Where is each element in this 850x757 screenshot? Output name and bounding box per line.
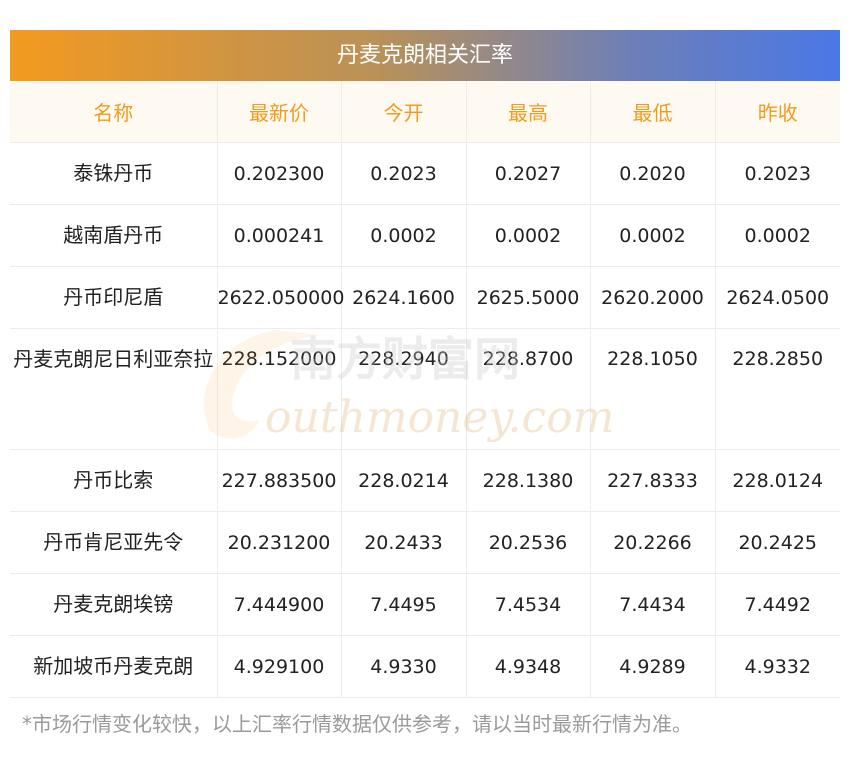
currency-pair-name: 越南盾丹币: [10, 204, 218, 267]
prev-close-price: 0.2023: [715, 142, 840, 205]
table-row: 丹麦克朗埃镑 7.444900 7.4495 7.4534 7.4434 7.4…: [10, 573, 840, 636]
latest-price: 228.152000: [217, 328, 342, 450]
column-header-open: 今开: [341, 81, 467, 143]
prev-close-price: 0.0002: [715, 204, 840, 267]
high-price: 0.0002: [466, 204, 591, 267]
column-header-name: 名称: [10, 81, 218, 143]
open-price: 228.2940: [341, 328, 467, 450]
high-price: 4.9348: [466, 635, 591, 698]
open-price: 20.2433: [341, 511, 467, 574]
currency-pair-name: 丹币肯尼亚先令: [10, 511, 218, 574]
page-title: 丹麦克朗相关汇率: [10, 30, 840, 81]
low-price: 20.2266: [590, 511, 716, 574]
currency-pair-name: 丹麦克朗尼日利亚奈拉: [10, 328, 218, 450]
latest-price: 227.883500: [217, 449, 342, 512]
prev-close-price: 20.2425: [715, 511, 840, 574]
disclaimer-note: *市场行情变化较快，以上汇率行情数据仅供参考，请以当时最新行情为准。: [22, 712, 692, 736]
column-header-prev-close: 昨收: [715, 81, 840, 143]
high-price: 228.1380: [466, 449, 591, 512]
open-price: 7.4495: [341, 573, 467, 636]
table-row: 丹币比索 227.883500 228.0214 228.1380 227.83…: [10, 449, 840, 512]
table-row: 丹麦克朗尼日利亚奈拉 228.152000 228.2940 228.8700 …: [10, 328, 840, 450]
low-price: 4.9289: [590, 635, 716, 698]
table-row: 丹币印尼盾 2622.050000 2624.1600 2625.5000 26…: [10, 266, 840, 329]
table-row: 新加坡币丹麦克朗 4.929100 4.9330 4.9348 4.9289 4…: [10, 635, 840, 698]
currency-pair-name: 丹币印尼盾: [10, 266, 218, 329]
latest-price: 0.000241: [217, 204, 342, 267]
open-price: 228.0214: [341, 449, 467, 512]
high-price: 2625.5000: [466, 266, 591, 329]
table-header-row: 名称 最新价 今开 最高 最低 昨收: [10, 81, 840, 143]
prev-close-price: 2624.0500: [715, 266, 840, 329]
latest-price: 0.202300: [217, 142, 342, 205]
column-header-low: 最低: [590, 81, 716, 143]
currency-pair-name: 丹麦克朗埃镑: [10, 573, 218, 636]
prev-close-price: 228.0124: [715, 449, 840, 512]
latest-price: 4.929100: [217, 635, 342, 698]
high-price: 0.2027: [466, 142, 591, 205]
currency-pair-name: 丹币比索: [10, 449, 218, 512]
prev-close-price: 4.9332: [715, 635, 840, 698]
high-price: 7.4534: [466, 573, 591, 636]
low-price: 227.8333: [590, 449, 716, 512]
column-header-high: 最高: [466, 81, 591, 143]
high-price: 20.2536: [466, 511, 591, 574]
currency-pair-name: 新加坡币丹麦克朗: [10, 635, 218, 698]
low-price: 7.4434: [590, 573, 716, 636]
low-price: 0.2020: [590, 142, 716, 205]
table-row: 丹币肯尼亚先令 20.231200 20.2433 20.2536 20.226…: [10, 511, 840, 574]
prev-close-price: 228.2850: [715, 328, 840, 450]
table-row: 越南盾丹币 0.000241 0.0002 0.0002 0.0002 0.00…: [10, 204, 840, 267]
open-price: 0.2023: [341, 142, 467, 205]
open-price: 2624.1600: [341, 266, 467, 329]
open-price: 4.9330: [341, 635, 467, 698]
high-price: 228.8700: [466, 328, 591, 450]
low-price: 2620.2000: [590, 266, 716, 329]
table-row: 泰铢丹币 0.202300 0.2023 0.2027 0.2020 0.202…: [10, 142, 840, 205]
prev-close-price: 7.4492: [715, 573, 840, 636]
exchange-rate-table: 名称 最新价 今开 最高 最低 昨收 泰铢丹币 0.202300 0.2023 …: [10, 81, 840, 698]
column-header-latest: 最新价: [217, 81, 342, 143]
latest-price: 20.231200: [217, 511, 342, 574]
latest-price: 7.444900: [217, 573, 342, 636]
low-price: 0.0002: [590, 204, 716, 267]
currency-pair-name: 泰铢丹币: [10, 142, 218, 205]
latest-price: 2622.050000: [217, 266, 344, 329]
low-price: 228.1050: [590, 328, 716, 450]
open-price: 0.0002: [341, 204, 467, 267]
